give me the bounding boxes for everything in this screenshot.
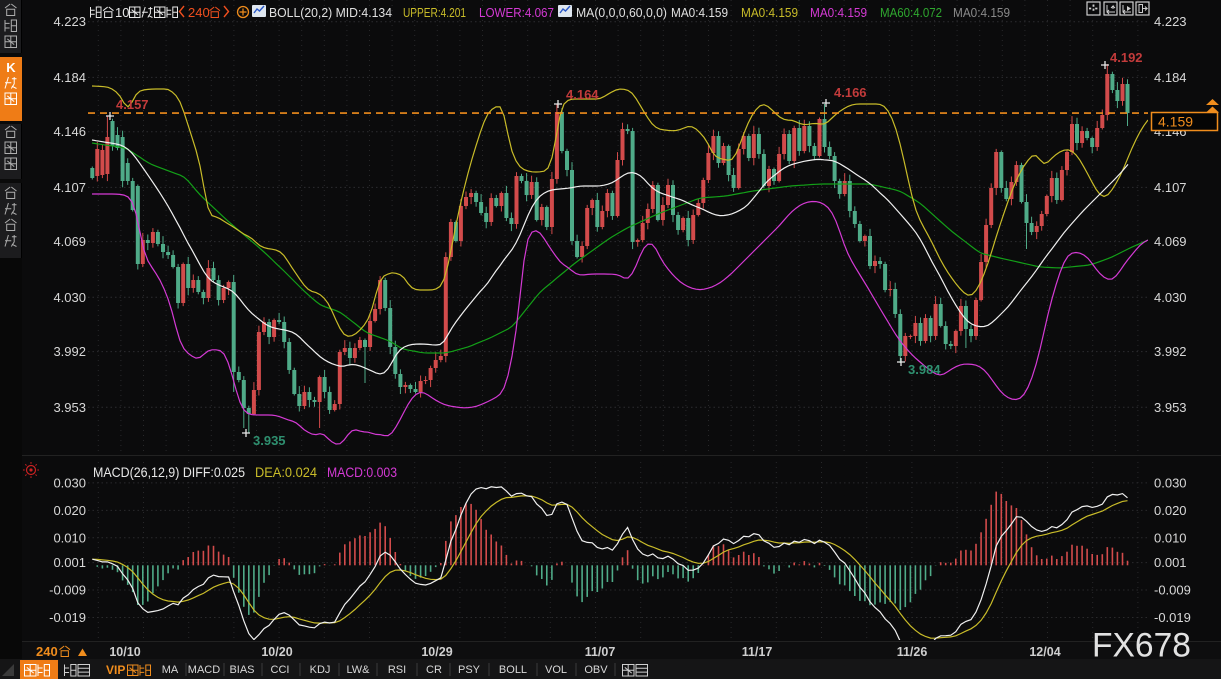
- svg-text:11/17: 11/17: [742, 645, 773, 659]
- svg-text:3.992: 3.992: [53, 344, 86, 359]
- svg-text:4.030: 4.030: [53, 290, 86, 305]
- svg-text:240: 240: [36, 644, 58, 659]
- svg-text:K: K: [6, 60, 16, 75]
- svg-text:3.992: 3.992: [1154, 344, 1187, 359]
- svg-text:4.192: 4.192: [1110, 50, 1143, 65]
- svg-text:0.001: 0.001: [53, 555, 86, 570]
- svg-text:0.030: 0.030: [1154, 475, 1187, 490]
- svg-text:MA60:4.072: MA60:4.072: [880, 5, 942, 20]
- svg-text:0.001: 0.001: [1154, 555, 1187, 570]
- svg-text:RSI: RSI: [388, 664, 406, 676]
- svg-text:0.020: 0.020: [53, 503, 86, 518]
- svg-text:-0.009: -0.009: [1154, 583, 1191, 598]
- svg-text:VOL: VOL: [545, 664, 567, 676]
- svg-text:3.984: 3.984: [908, 362, 941, 377]
- svg-text:VIP: VIP: [106, 663, 125, 677]
- svg-text:11/07: 11/07: [585, 645, 616, 659]
- svg-text:10/20: 10/20: [261, 645, 292, 659]
- svg-text:12/04: 12/04: [1029, 645, 1060, 659]
- svg-text:4.164: 4.164: [566, 87, 599, 102]
- svg-text:CR: CR: [426, 664, 442, 676]
- svg-text:UPPER:4.201: UPPER:4.201: [403, 5, 466, 20]
- svg-text:MA0:4.159: MA0:4.159: [953, 5, 1010, 20]
- svg-text:MA0:4.159: MA0:4.159: [810, 5, 867, 20]
- svg-text:DEA:0.024: DEA:0.024: [255, 464, 317, 480]
- svg-text:4.069: 4.069: [53, 234, 86, 249]
- svg-text:-0.019: -0.019: [49, 610, 86, 625]
- svg-text:3.953: 3.953: [53, 400, 86, 415]
- svg-text:MA0:4.159: MA0:4.159: [671, 5, 728, 20]
- svg-text:240: 240: [188, 5, 210, 20]
- svg-text:MACD(26,12,9) DIFF:0.025: MACD(26,12,9) DIFF:0.025: [93, 464, 245, 480]
- svg-text:LOWER:4.067: LOWER:4.067: [479, 5, 554, 20]
- svg-text:PSY: PSY: [458, 664, 481, 676]
- svg-text:4.107: 4.107: [53, 180, 86, 195]
- svg-text:OBV: OBV: [584, 664, 608, 676]
- svg-text:10/10: 10/10: [109, 645, 140, 659]
- svg-text:LW&: LW&: [346, 664, 370, 676]
- svg-text:4.184: 4.184: [53, 70, 86, 85]
- svg-text:FX678: FX678: [1092, 627, 1191, 665]
- svg-text:MA0:4.159: MA0:4.159: [741, 5, 798, 20]
- svg-text:0.010: 0.010: [53, 530, 86, 545]
- svg-text:4.223: 4.223: [53, 14, 86, 29]
- svg-text:0.010: 0.010: [1154, 530, 1187, 545]
- svg-text:10: 10: [115, 5, 129, 20]
- svg-text:BIAS: BIAS: [229, 664, 254, 676]
- svg-text:-0.009: -0.009: [49, 583, 86, 598]
- svg-text:CCI: CCI: [271, 664, 290, 676]
- svg-text:4.146: 4.146: [53, 124, 86, 139]
- svg-text:KDJ: KDJ: [310, 664, 331, 676]
- svg-text:4.157: 4.157: [116, 97, 149, 112]
- svg-text:11/26: 11/26: [897, 645, 928, 659]
- svg-text:0.020: 0.020: [1154, 503, 1187, 518]
- svg-text:MACD: MACD: [188, 664, 220, 676]
- svg-text:3.953: 3.953: [1154, 400, 1187, 415]
- svg-text:4.166: 4.166: [834, 85, 867, 100]
- svg-text:4.107: 4.107: [1154, 180, 1187, 195]
- svg-text:4.223: 4.223: [1154, 14, 1187, 29]
- svg-text:MACD:0.003: MACD:0.003: [327, 464, 397, 480]
- svg-text:BOLL(20,2) MID:4.134: BOLL(20,2) MID:4.134: [269, 5, 392, 20]
- svg-text:4.030: 4.030: [1154, 290, 1187, 305]
- svg-text:10/29: 10/29: [421, 645, 452, 659]
- svg-text:3.935: 3.935: [253, 433, 286, 448]
- svg-text:4.069: 4.069: [1154, 234, 1187, 249]
- svg-text:-0.019: -0.019: [1154, 610, 1191, 625]
- svg-text:0.030: 0.030: [53, 475, 86, 490]
- svg-text:BOLL: BOLL: [499, 664, 527, 676]
- svg-text:MA(0,0,0,60,0,0): MA(0,0,0,60,0,0): [576, 5, 667, 20]
- svg-text:4.159: 4.159: [1158, 114, 1193, 130]
- svg-text:4.184: 4.184: [1154, 70, 1187, 85]
- svg-text:MA: MA: [162, 664, 179, 676]
